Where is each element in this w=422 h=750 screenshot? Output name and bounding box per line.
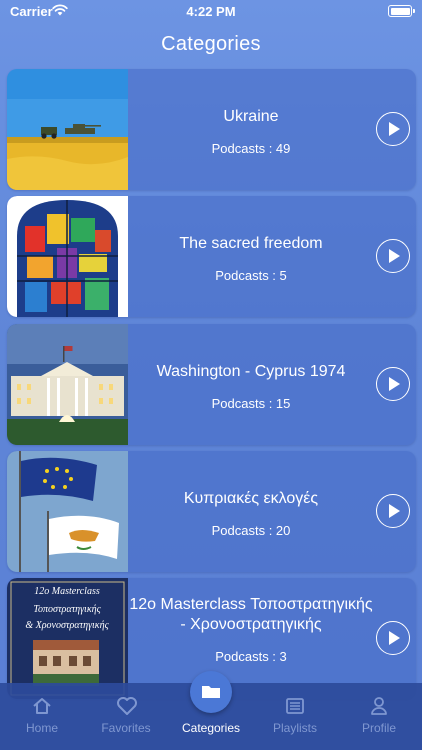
tab-label: Playlists <box>272 721 317 735</box>
folder-icon <box>202 686 220 698</box>
person-icon <box>371 697 387 715</box>
category-text: Washington - Cyprus 1974 Podcasts : 15 <box>128 362 374 411</box>
tab-playlists[interactable]: Playlists <box>253 683 337 750</box>
category-title: Ukraine <box>223 108 279 125</box>
category-card-washington-cyprus[interactable]: Washington - Cyprus 1974 Podcasts : 15 <box>7 324 416 445</box>
category-thumbnail <box>7 324 128 445</box>
category-title: 12ο Masterclass Τοποστρατηγικής - Χρονοσ… <box>129 596 373 633</box>
list-icon <box>286 698 304 714</box>
category-title: Washington - Cyprus 1974 <box>156 363 346 380</box>
tab-label: Home <box>25 721 58 735</box>
podcast-count: Podcasts : 49 <box>211 141 291 156</box>
category-text: Κυπριακές εκλογές Podcasts : 20 <box>128 489 374 538</box>
tab-profile[interactable]: Profile <box>337 683 421 750</box>
podcast-count: Podcasts : 20 <box>211 523 291 538</box>
category-thumbnail <box>7 69 128 190</box>
category-text: Ukraine Podcasts : 49 <box>128 107 374 156</box>
thumb-line-3: & Χρονοστρατηγικής <box>25 620 109 631</box>
tab-label: Profile <box>361 721 396 735</box>
page-title: Categories <box>161 33 261 55</box>
tab-label: Favorites <box>101 721 151 735</box>
tab-label: Categories <box>181 721 241 735</box>
category-text: The sacred freedom Podcasts : 5 <box>128 234 374 283</box>
play-icon[interactable] <box>376 621 410 655</box>
category-thumbnail <box>7 196 128 317</box>
category-card-cyprus-elections[interactable]: Κυπριακές εκλογές Podcasts : 20 <box>7 451 416 572</box>
podcast-count: Podcasts : 3 <box>215 649 287 664</box>
podcast-count: Podcasts : 15 <box>211 396 291 411</box>
thumb-line-2: Τοποστρατηγικής <box>33 604 101 615</box>
play-icon[interactable] <box>376 239 410 273</box>
play-icon[interactable] <box>376 112 410 146</box>
heart-icon <box>117 697 137 715</box>
status-bar: Carrier 4:22 PM <box>0 0 422 24</box>
category-title: The sacred freedom <box>179 235 323 252</box>
home-icon <box>33 698 51 714</box>
category-card-sacred-freedom[interactable]: The sacred freedom Podcasts : 5 <box>7 196 416 317</box>
tab-bar: Home Favorites Categories Playlists Prof… <box>0 671 422 750</box>
category-title: Κυπριακές εκλογές <box>183 490 319 507</box>
thumb-line-1: 12ο Masterclass <box>34 586 100 597</box>
category-text: 12ο Masterclass Τοποστρατηγικής - Χρονοσ… <box>128 595 374 664</box>
status-time: 4:22 PM <box>186 4 236 19</box>
tab-categories[interactable]: Categories <box>169 671 253 750</box>
category-thumbnail <box>7 451 128 572</box>
active-tab-indicator <box>190 671 232 713</box>
tab-favorites[interactable]: Favorites <box>84 683 168 750</box>
play-icon[interactable] <box>376 494 410 528</box>
category-thumbnail: 12ο Masterclass Τοποστρατηγικής & Χρονοσ… <box>7 578 128 699</box>
tab-home[interactable]: Home <box>0 683 84 750</box>
play-icon[interactable] <box>376 367 410 401</box>
battery-icon <box>388 5 415 17</box>
podcast-count: Podcasts : 5 <box>215 268 287 283</box>
category-card-ukraine[interactable]: Ukraine Podcasts : 49 <box>7 69 416 190</box>
